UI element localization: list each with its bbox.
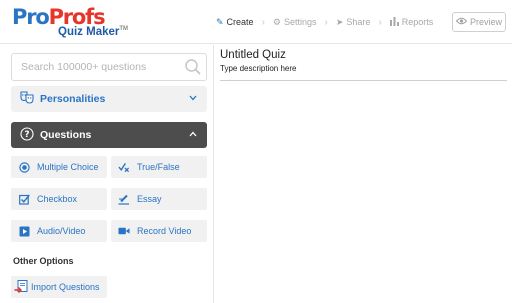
step-settings[interactable]: ⚙ Settings [273, 17, 317, 28]
question-type-record-video[interactable]: Record Video [111, 220, 207, 242]
preview-button[interactable]: Preview [452, 12, 506, 32]
video-camera-icon [118, 225, 130, 237]
step-reports[interactable]: Reports [389, 16, 433, 28]
svg-text:?: ? [24, 130, 29, 140]
quiz-title[interactable]: Untitled Quiz [220, 49, 286, 61]
chevron-up-icon [189, 129, 197, 139]
question-type-multiple-choice[interactable]: Multiple Choice [11, 156, 107, 178]
title-divider [220, 80, 507, 81]
question-mark-icon: ? [20, 126, 34, 144]
question-sidebar: Personalities ? Questions Multiple Choic… [0, 45, 214, 303]
quiz-description[interactable]: Type description here [220, 64, 297, 73]
logo-pro-text: Pro [12, 5, 50, 29]
question-type-checkbox[interactable]: Checkbox [11, 188, 107, 210]
top-header: ProProfs Quiz MakerTM ✎ Create › ⚙ Setti… [0, 0, 512, 44]
gear-icon: ⚙ [272, 16, 281, 27]
essay-pen-icon [118, 193, 130, 205]
paper-plane-icon: ➤ [335, 16, 344, 27]
chevron-down-icon [189, 93, 197, 103]
logo-subtitle: Quiz MakerTM [58, 26, 129, 38]
chevron-right-icon: › [378, 16, 382, 28]
step-create[interactable]: ✎ Create [216, 17, 254, 28]
question-type-audio-video[interactable]: Audio/Video [11, 220, 107, 242]
other-options-heading: Other Options [13, 256, 74, 266]
masks-icon [20, 91, 34, 107]
play-icon [18, 225, 30, 237]
pencil-icon: ✎ [216, 16, 224, 27]
questions-section-toggle[interactable]: ? Questions [11, 122, 207, 148]
personalities-label: Personalities [40, 93, 106, 105]
chevron-right-icon: › [324, 16, 328, 28]
search-icon[interactable] [184, 58, 202, 76]
trademark-mark: TM [119, 26, 129, 32]
chevron-right-icon: › [261, 16, 265, 28]
app-window: ProProfs Quiz MakerTM ✎ Create › ⚙ Setti… [0, 0, 512, 303]
check-cross-icon [118, 161, 130, 173]
import-icon [14, 280, 28, 294]
question-type-essay[interactable]: Essay [111, 188, 207, 210]
step-share[interactable]: ➤ Share [336, 17, 371, 28]
step-navigation: ✎ Create › ⚙ Settings › ➤ Share › Report… [216, 12, 433, 32]
proprofs-logo[interactable]: ProProfs Quiz MakerTM [12, 5, 128, 40]
search-input[interactable] [12, 54, 180, 80]
question-type-true-false[interactable]: True/False [111, 156, 207, 178]
questions-label: Questions [40, 129, 92, 141]
import-questions-button[interactable]: Import Questions [11, 276, 107, 298]
radio-icon [18, 161, 30, 173]
question-search [11, 53, 207, 81]
quiz-editor: Untitled Quiz Type description here [215, 45, 512, 303]
checkbox-icon [18, 193, 30, 205]
bar-chart-icon [389, 16, 399, 28]
eye-icon [455, 17, 468, 27]
personalities-section-toggle[interactable]: Personalities [11, 86, 207, 112]
